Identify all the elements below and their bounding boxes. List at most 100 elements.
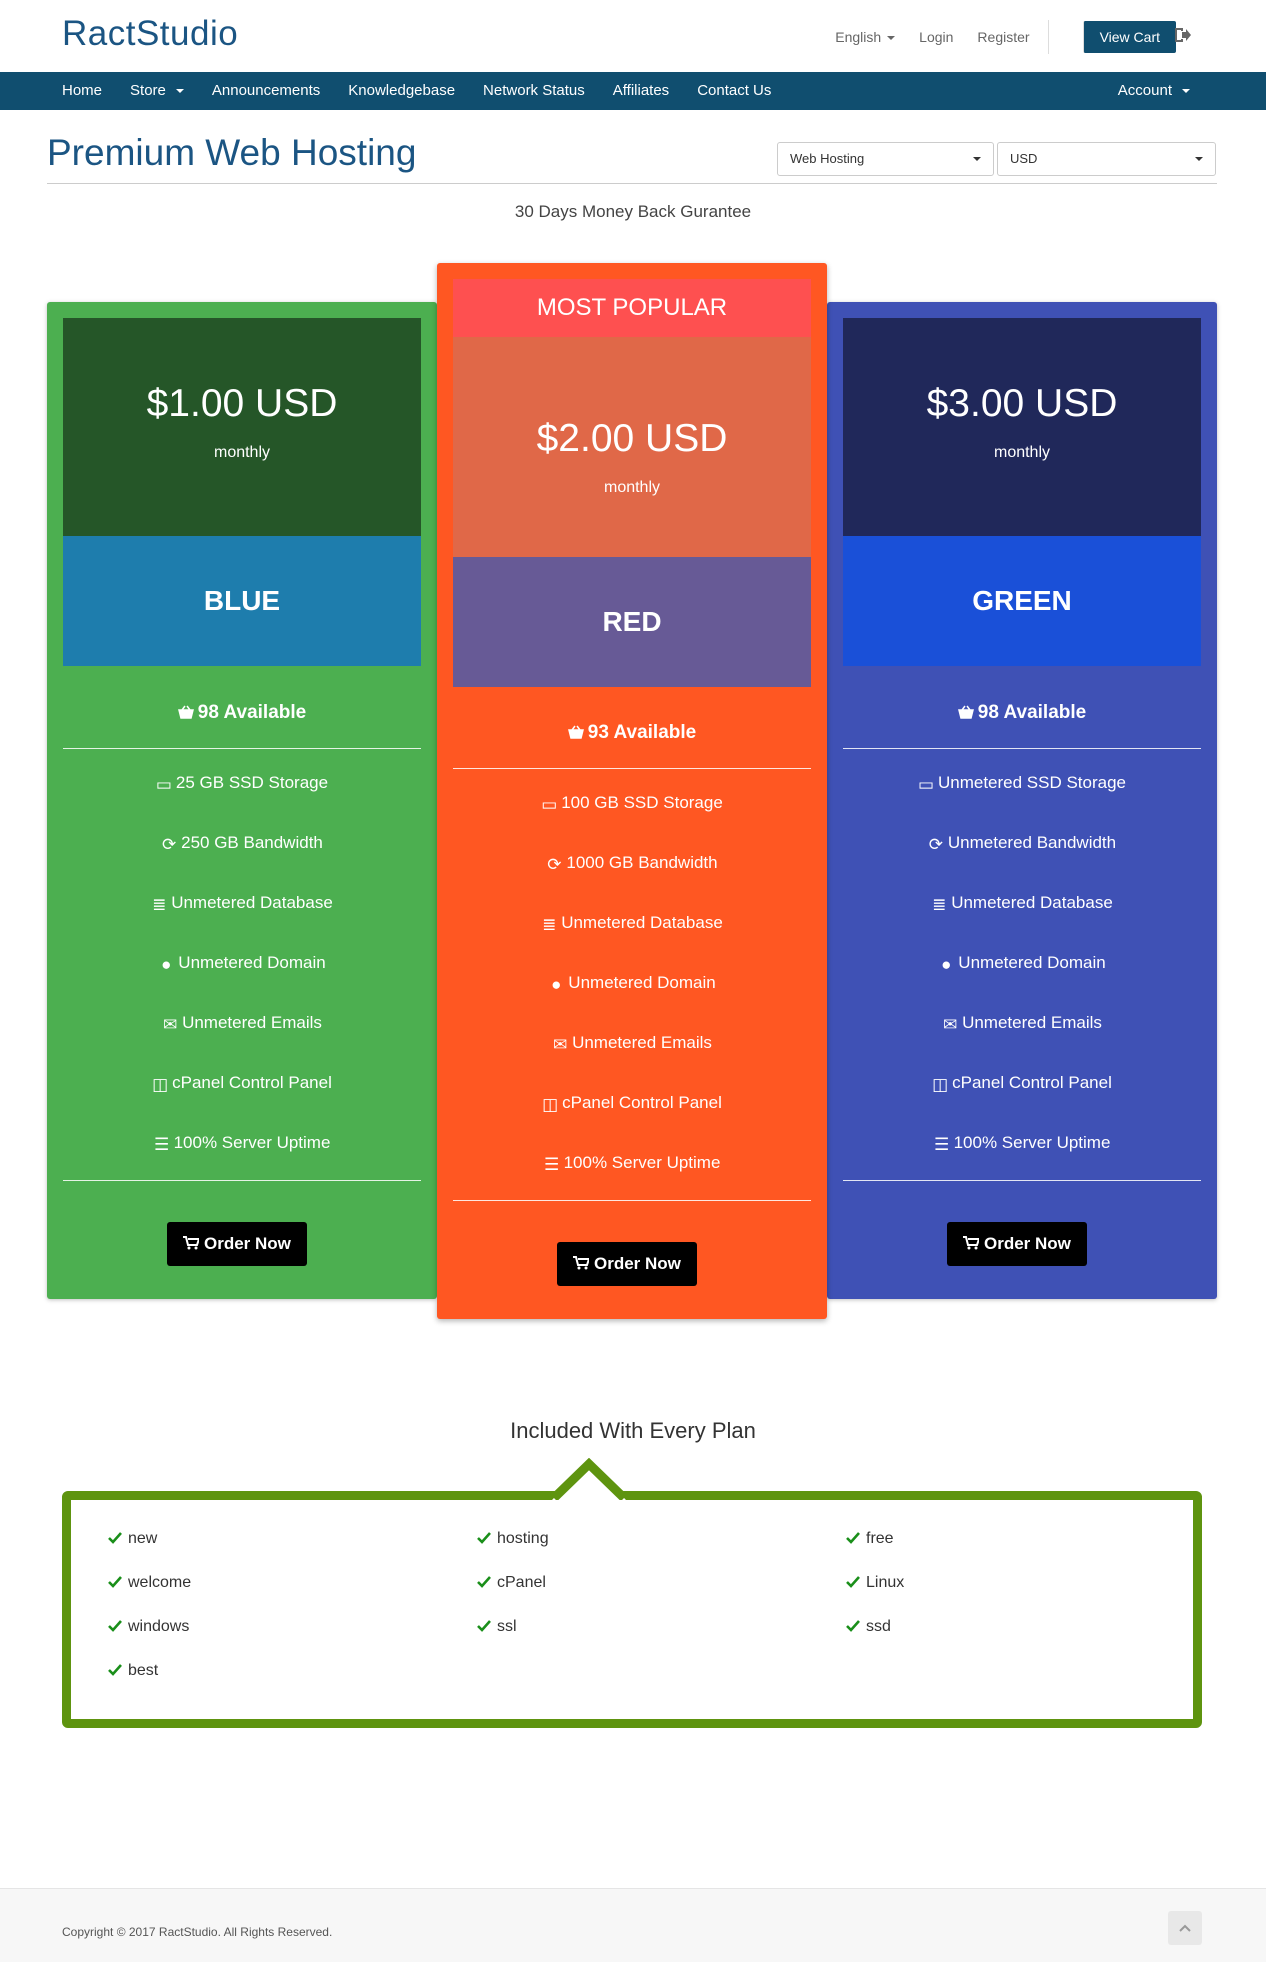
most-popular-badge: MOST POPULAR	[453, 279, 811, 337]
currency-select-value: USD	[1010, 151, 1038, 166]
check-icon	[477, 1576, 491, 1588]
plan-name: RED	[453, 557, 811, 687]
list-item: hosting	[477, 1530, 549, 1548]
order-now-label: Order Now	[594, 1254, 681, 1273]
plan-period: monthly	[603, 479, 661, 496]
language-dropdown[interactable]: English	[835, 22, 896, 52]
divider	[843, 1180, 1201, 1181]
list-item: windows	[108, 1618, 189, 1636]
availability: 98 Available	[843, 702, 1201, 724]
list-item: free	[846, 1530, 894, 1548]
check-icon	[108, 1532, 122, 1544]
nav-item-account[interactable]: Account	[1118, 72, 1190, 110]
list-item: ssd	[846, 1618, 891, 1636]
main-nav: Home Store Announcements Knowledgebase N…	[0, 72, 1266, 110]
feature-label: Unmetered SSD Storage	[937, 773, 1127, 792]
currency-select[interactable]: USD	[997, 142, 1216, 176]
feature-uptime: ☰ 100% Server Uptime	[453, 1153, 811, 1174]
register-link[interactable]: Register	[977, 22, 1029, 52]
order-now-label: Order Now	[204, 1234, 291, 1253]
logout-icon[interactable]	[1172, 25, 1192, 45]
category-select-value: Web Hosting	[790, 151, 865, 166]
feature-label: Unmetered Bandwidth	[947, 833, 1117, 852]
back-to-top-button[interactable]	[1168, 1911, 1202, 1945]
availability-label: 93 Available	[587, 722, 697, 743]
feature-label: 250 GB Bandwidth	[181, 833, 323, 852]
feature-uptime: ☰ 100% Server Uptime	[843, 1133, 1201, 1154]
feature-label: Unmetered Emails	[572, 1033, 712, 1052]
feature-database: ≣ Unmetered Database	[453, 913, 811, 934]
nav-item-store[interactable]: Store	[130, 72, 184, 110]
feature-database: ≣ Unmetered Database	[843, 893, 1201, 914]
feature-uptime: ☰ 100% Server Uptime	[63, 1133, 421, 1154]
price-box: $1.00 USD monthly	[63, 318, 421, 536]
basket-icon	[957, 705, 974, 719]
cart-icon	[183, 1236, 199, 1250]
feature-label: Unmetered Domain	[178, 953, 326, 972]
nav-item-home[interactable]: Home	[62, 72, 102, 110]
check-icon	[477, 1620, 491, 1632]
nav-item-network-status[interactable]: Network Status	[483, 72, 585, 110]
brand-logo[interactable]: RactStudio	[62, 14, 238, 54]
check-icon	[846, 1532, 860, 1544]
envelope-icon: ✉	[552, 1035, 568, 1054]
check-icon	[477, 1532, 491, 1544]
order-now-label: Order Now	[984, 1234, 1071, 1253]
feature-label: cPanel Control Panel	[952, 1073, 1112, 1092]
list-item: welcome	[108, 1574, 191, 1592]
language-label: English	[835, 29, 882, 45]
feature-domain: ● Unmetered Domain	[63, 953, 421, 974]
columns-icon: ◫	[542, 1095, 559, 1114]
refresh-icon: ⟳	[547, 855, 562, 874]
nav-item-contact-us[interactable]: Contact Us	[697, 72, 771, 110]
list-item-label: windows	[128, 1618, 190, 1635]
basket-icon	[177, 705, 194, 719]
view-cart-button[interactable]: View Cart	[1082, 21, 1176, 53]
plan-name: BLUE	[63, 536, 421, 666]
feature-label: 100% Server Uptime	[563, 1153, 721, 1172]
order-now-button[interactable]: Order Now	[947, 1222, 1087, 1266]
list-item: cPanel	[477, 1574, 546, 1592]
list-item-label: cPanel	[497, 1574, 546, 1591]
server-icon: ☰	[933, 1135, 950, 1154]
plan-card-red: MOST POPULAR $2.00 USD monthly RED 93 Av…	[437, 263, 827, 1319]
nav-item-knowledgebase[interactable]: Knowledgebase	[348, 72, 455, 110]
divider	[843, 748, 1201, 749]
order-now-button[interactable]: Order Now	[557, 1242, 697, 1286]
nav-item-store-label: Store	[130, 82, 166, 99]
server-icon: ☰	[153, 1135, 170, 1154]
availability: 98 Available	[63, 702, 421, 724]
title-divider	[47, 183, 1217, 184]
nav-item-account-label: Account	[1117, 82, 1172, 99]
check-icon	[108, 1664, 122, 1676]
included-title: Included With Every Plan	[510, 1418, 756, 1443]
feature-bandwidth: ⟳ 250 GB Bandwidth	[63, 833, 421, 854]
divider	[453, 768, 811, 769]
chevron-down-icon	[175, 89, 184, 94]
availability-label: 98 Available	[197, 702, 307, 723]
price-box: $2.00 USD monthly	[453, 337, 811, 557]
feature-emails: ✉ Unmetered Emails	[453, 1033, 811, 1054]
feature-cpanel: ◫ cPanel Control Panel	[453, 1093, 811, 1114]
price-box: $3.00 USD monthly	[843, 318, 1201, 536]
list-item-label: ssd	[866, 1618, 891, 1635]
availability: 93 Available	[453, 722, 811, 744]
nav-item-announcements[interactable]: Announcements	[212, 72, 320, 110]
check-icon	[846, 1620, 860, 1632]
order-now-button[interactable]: Order Now	[167, 1222, 307, 1266]
chevron-down-icon	[887, 36, 896, 41]
feature-label: 25 GB SSD Storage	[175, 773, 329, 792]
plan-period: monthly	[993, 444, 1051, 461]
hdd-icon: ▭	[917, 775, 935, 794]
top-links: English Login Register View Cart	[811, 20, 1176, 54]
feature-domain: ● Unmetered Domain	[843, 953, 1201, 974]
availability-label: 98 Available	[977, 702, 1087, 723]
nav-item-affiliates[interactable]: Affiliates	[613, 72, 669, 110]
plan-name: GREEN	[843, 536, 1201, 666]
feature-emails: ✉ Unmetered Emails	[843, 1013, 1201, 1034]
feature-label: cPanel Control Panel	[562, 1093, 722, 1112]
category-select[interactable]: Web Hosting	[777, 142, 994, 176]
list-item-label: best	[128, 1662, 159, 1679]
refresh-icon: ⟳	[161, 835, 177, 854]
login-link[interactable]: Login	[919, 22, 953, 52]
